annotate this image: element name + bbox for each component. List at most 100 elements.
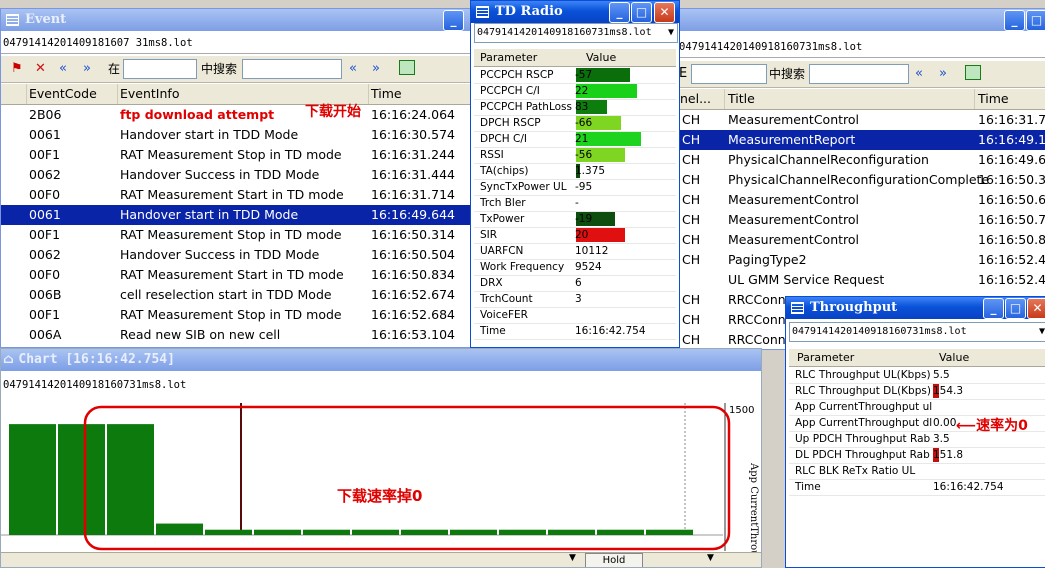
chevron-down-icon[interactable]: ▼ <box>707 553 714 563</box>
chevron-down-icon[interactable]: ▼ <box>569 553 576 563</box>
y-axis-max-label: 1500 <box>729 405 754 416</box>
parameter-row[interactable]: SyncTxPower UL -95 <box>474 179 676 196</box>
parameter-row[interactable]: DPCH RSCP -66 <box>474 115 676 132</box>
table-row[interactable]: 0062 Handover Success in TDD Mode 16:16:31… <box>1 165 471 185</box>
column-header[interactable]: Value <box>586 49 616 66</box>
parameter-name: PCCPCH PathLoss <box>480 101 572 113</box>
parameter-name: Trch Bler <box>480 197 526 209</box>
parameter-row[interactable]: RLC BLK ReTx Ratio UL <box>789 463 1045 480</box>
table-row[interactable]: CH MeasurementReport 16:16:49.1 <box>677 130 1045 150</box>
search-scope-select[interactable] <box>123 59 197 79</box>
prev-button[interactable]: « <box>59 60 67 78</box>
maximize-button[interactable]: □ <box>631 2 652 23</box>
column-header[interactable]: Time <box>368 84 471 104</box>
minimize-button[interactable]: _ <box>609 2 630 23</box>
parameter-row[interactable]: PCCPCH RSCP -57 <box>474 67 676 84</box>
parameter-row[interactable]: Time 16:16:42.754 <box>474 323 676 340</box>
column-header[interactable]: Value <box>939 349 969 366</box>
parameter-row[interactable]: UARFCN 10112 <box>474 243 676 260</box>
chart-titlebar[interactable]: ⌂ Chart [16:16:42.754] <box>1 349 761 371</box>
find-next-button[interactable]: » <box>372 60 380 78</box>
table-row[interactable]: CH PhysicalChannelReconfigurationComplete… <box>677 170 1045 190</box>
close-button[interactable]: ✕ <box>1027 298 1045 319</box>
parameter-value: 22 <box>575 85 589 97</box>
table-row[interactable]: 006A Read new SIB on new cell 16:16:53.104 <box>1 325 471 345</box>
table-row[interactable]: 0061 Handover start in TDD Mode 16:16:30.5… <box>1 125 471 145</box>
parameter-row[interactable]: Trch Bler - <box>474 195 676 212</box>
file-select[interactable]: 0479141420140918160731ms8.lot ▼ <box>474 23 678 43</box>
search-input[interactable] <box>809 64 909 84</box>
search-input[interactable] <box>242 59 342 79</box>
parameter-row[interactable]: PCCPCH PathLoss 83 <box>474 99 676 116</box>
channel-cell: CH <box>682 212 701 227</box>
table-row[interactable]: 0061 Handover start in TDD Mode 16:16:49.6… <box>1 205 471 225</box>
parameter-row[interactable]: App CurrentThroughput ul <box>789 399 1045 416</box>
search-scope-select[interactable] <box>691 64 767 84</box>
parameter-row[interactable]: RSSI -56 <box>474 147 676 164</box>
chevron-down-icon: ▼ <box>1038 326 1045 337</box>
maximize-button[interactable]: □ <box>1005 298 1026 319</box>
parameter-row[interactable]: TA(chips) 1.375 <box>474 163 676 180</box>
parameter-row[interactable]: RLC Throughput UL(Kbps) 5.5 <box>789 367 1045 384</box>
event-time-cell: 16:16:50.834 <box>371 267 455 282</box>
column-header[interactable]: EventCode <box>26 84 118 104</box>
throughput-titlebar[interactable]: Throughput _ □ ✕ <box>786 297 1045 319</box>
flag-icon[interactable]: ⚑ <box>11 60 23 78</box>
table-row[interactable]: 006B cell reselection start in TDD Mode 16… <box>1 285 471 305</box>
file-select[interactable]: 0479141420140918160731ms8.lot ▼ <box>789 322 1045 342</box>
parameter-row[interactable]: VoiceFER <box>474 307 676 324</box>
parameter-row[interactable]: Time 16:16:42.754 <box>789 479 1045 496</box>
table-row[interactable]: CH MeasurementControl 16:16:31.7 <box>677 110 1045 130</box>
export-icon[interactable] <box>965 65 981 80</box>
table-row[interactable]: 00F1 RAT Measurement Stop in TD mode 16:16… <box>1 225 471 245</box>
next-button[interactable]: » <box>939 65 947 83</box>
parameter-row[interactable]: TxPower -19 <box>474 211 676 228</box>
column-header[interactable]: Parameter <box>797 349 854 366</box>
column-header[interactable]: Parameter <box>480 49 537 66</box>
table-row[interactable]: 00F0 RAT Measurement Start in TD mode 16:1… <box>1 265 471 285</box>
maximize-button[interactable]: □ <box>1026 10 1045 31</box>
table-row[interactable]: 00F1 RAT Measurement Stop in TD mode 16:16… <box>1 145 471 165</box>
table-row[interactable]: 0062 Handover Success in TDD Mode 16:16:50… <box>1 245 471 265</box>
table-row[interactable]: 2B06 ftp download attempt 16:16:24.064 <box>1 105 471 125</box>
parameter-name: App CurrentThroughput ul <box>795 401 933 413</box>
prev-button[interactable]: « <box>915 65 923 83</box>
table-row[interactable]: CH MeasurementControl 16:16:50.7 <box>677 210 1045 230</box>
column-header[interactable]: Title <box>725 89 975 109</box>
parameter-name: PCCPCH RSCP <box>480 69 554 81</box>
table-row[interactable]: CH PagingType2 16:16:52.4 <box>677 250 1045 270</box>
parameter-row[interactable]: DL PDCH Throughput Rab 151.8 <box>789 447 1045 464</box>
chart-bar <box>499 529 546 535</box>
parameter-value: -66 <box>575 117 593 129</box>
window-title: Event <box>25 12 67 27</box>
event-titlebar[interactable]: Event _ <box>1 9 471 31</box>
parameter-row[interactable]: DPCH C/I 21 <box>474 131 676 148</box>
next-button[interactable]: » <box>83 60 91 78</box>
parameter-row[interactable]: SIR 20 <box>474 227 676 244</box>
td-radio-titlebar[interactable]: TD Radio _ □ ✕ <box>471 1 679 23</box>
message-time-cell: 16:16:49.6 <box>978 152 1045 167</box>
table-row[interactable]: CH MeasurementControl 16:16:50.6 <box>677 190 1045 210</box>
parameter-row[interactable]: PCCPCH C/I 22 <box>474 83 676 100</box>
find-prev-button[interactable]: « <box>349 60 357 78</box>
messages-titlebar[interactable]: _ □ <box>677 9 1045 31</box>
export-icon[interactable] <box>399 60 415 75</box>
parameter-row[interactable]: RLC Throughput DL(Kbps) 154.3 <box>789 383 1045 400</box>
minimize-button[interactable]: _ <box>1004 10 1025 31</box>
parameter-row[interactable]: DRX 6 <box>474 275 676 292</box>
table-row[interactable]: CH PhysicalChannelReconfiguration 16:16:49… <box>677 150 1045 170</box>
minimize-button[interactable]: _ <box>983 298 1004 319</box>
table-row[interactable]: 00F0 RAT Measurement Start in TD mode 16:1… <box>1 185 471 205</box>
table-row[interactable]: 00F1 RAT Measurement Stop in TD mode 16:16… <box>1 305 471 325</box>
parameter-row[interactable]: Work Frequency 9524 <box>474 259 676 276</box>
delete-icon[interactable]: ✕ <box>35 60 46 78</box>
column-header[interactable]: nel... <box>677 89 725 109</box>
table-row[interactable]: CH MeasurementControl 16:16:50.8 <box>677 230 1045 250</box>
parameter-name: RLC Throughput DL(Kbps) <box>795 385 931 397</box>
minimize-button[interactable]: _ <box>443 10 464 31</box>
close-button[interactable]: ✕ <box>654 2 675 23</box>
parameter-row[interactable]: TrchCount 3 <box>474 291 676 308</box>
table-row[interactable]: UL GMM Service Request 16:16:52.4 <box>677 270 1045 290</box>
column-header[interactable]: Time <box>975 89 1045 109</box>
parameter-name: RLC Throughput UL(Kbps) <box>795 369 931 381</box>
